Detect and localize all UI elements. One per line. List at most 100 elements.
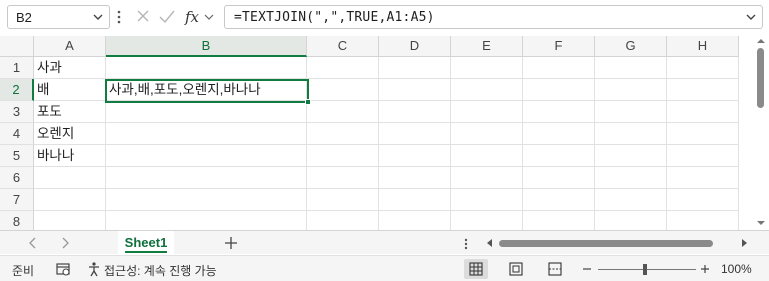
cell-d4[interactable] xyxy=(379,123,451,145)
cell-e3[interactable] xyxy=(451,101,523,123)
cell-d8[interactable] xyxy=(379,211,451,230)
cell-c4[interactable] xyxy=(307,123,379,145)
formula-input[interactable]: =TEXTJOIN(",",TRUE,A1:A5) xyxy=(224,5,763,29)
cell-g7[interactable] xyxy=(595,189,667,211)
sheet-tab[interactable]: Sheet1 xyxy=(118,231,174,255)
row-header-4[interactable]: 4 xyxy=(0,123,34,145)
enter-icon[interactable] xyxy=(159,10,175,24)
chevron-down-icon[interactable] xyxy=(91,10,105,24)
name-box[interactable]: B2 xyxy=(7,5,110,29)
row-header-5[interactable]: 5 xyxy=(0,145,34,167)
cell-b7[interactable] xyxy=(106,189,307,211)
cell-h6[interactable] xyxy=(667,167,739,189)
normal-view-button[interactable] xyxy=(464,259,488,279)
cell-d1[interactable] xyxy=(379,57,451,79)
cell-g3[interactable] xyxy=(595,101,667,123)
row-header-2[interactable]: 2 xyxy=(0,79,34,101)
insert-function-icon[interactable]: fx xyxy=(184,8,200,26)
cell-mode-icon[interactable] xyxy=(55,261,71,277)
cell-h8[interactable] xyxy=(667,211,739,230)
cell-h4[interactable] xyxy=(667,123,739,145)
scroll-left-icon[interactable] xyxy=(484,236,496,250)
cell-e8[interactable] xyxy=(451,211,523,230)
page-break-view-button[interactable] xyxy=(543,259,567,279)
cell-d3[interactable] xyxy=(379,101,451,123)
column-header-h[interactable]: H xyxy=(667,36,739,57)
row-header-1[interactable]: 1 xyxy=(0,57,34,79)
cell-f4[interactable] xyxy=(523,123,595,145)
add-sheet-icon[interactable] xyxy=(222,234,240,252)
cell-b6[interactable] xyxy=(106,167,307,189)
cell-a6[interactable] xyxy=(34,167,106,189)
column-header-f[interactable]: F xyxy=(523,36,595,57)
vertical-scroll-thumb[interactable] xyxy=(757,48,764,108)
horizontal-scroll-thumb[interactable] xyxy=(499,240,713,247)
accessibility-icon[interactable] xyxy=(86,261,102,277)
cell-e4[interactable] xyxy=(451,123,523,145)
fill-handle[interactable] xyxy=(305,99,311,105)
cell-c6[interactable] xyxy=(307,167,379,189)
expand-formula-bar-icon[interactable] xyxy=(744,10,758,24)
row-header-8[interactable]: 8 xyxy=(0,211,34,230)
cell-c7[interactable] xyxy=(307,189,379,211)
row-header-7[interactable]: 7 xyxy=(0,189,34,211)
previous-sheet-icon[interactable] xyxy=(24,234,42,252)
cell-h5[interactable] xyxy=(667,145,739,167)
cell-g8[interactable] xyxy=(595,211,667,230)
cell-f5[interactable] xyxy=(523,145,595,167)
cell-h2[interactable] xyxy=(667,79,739,101)
cell-a4[interactable]: 오렌지 xyxy=(34,123,106,145)
cell-g4[interactable] xyxy=(595,123,667,145)
cell-c1[interactable] xyxy=(307,57,379,79)
zoom-level[interactable]: 100% xyxy=(721,262,752,276)
cell-d2[interactable] xyxy=(379,79,451,101)
cell-a3[interactable]: 포도 xyxy=(34,101,106,123)
column-header-a[interactable]: A xyxy=(34,36,106,57)
accessibility-status[interactable]: 접근성: 계속 진행 가능 xyxy=(104,262,217,279)
cell-a1[interactable]: 사과 xyxy=(34,57,106,79)
chevron-down-icon[interactable] xyxy=(204,14,214,20)
row-header-6[interactable]: 6 xyxy=(0,167,34,189)
cell-h1[interactable] xyxy=(667,57,739,79)
cell-e7[interactable] xyxy=(451,189,523,211)
scroll-up-icon[interactable] xyxy=(756,36,766,46)
cell-f8[interactable] xyxy=(523,211,595,230)
cell-e1[interactable] xyxy=(451,57,523,79)
cell-c3[interactable] xyxy=(307,101,379,123)
cell-g5[interactable] xyxy=(595,145,667,167)
cell-e2[interactable] xyxy=(451,79,523,101)
cell-d7[interactable] xyxy=(379,189,451,211)
cell-c2[interactable] xyxy=(307,79,379,101)
zoom-out-icon[interactable] xyxy=(582,264,592,274)
cell-a5[interactable]: 바나나 xyxy=(34,145,106,167)
cell-b1[interactable] xyxy=(106,57,307,79)
cell-d6[interactable] xyxy=(379,167,451,189)
cell-f6[interactable] xyxy=(523,167,595,189)
zoom-slider-thumb[interactable] xyxy=(643,264,647,275)
cell-h3[interactable] xyxy=(667,101,739,123)
cell-f7[interactable] xyxy=(523,189,595,211)
column-header-d[interactable]: D xyxy=(379,36,451,57)
cell-a8[interactable] xyxy=(34,211,106,230)
cell-e6[interactable] xyxy=(451,167,523,189)
cell-c8[interactable] xyxy=(307,211,379,230)
cell-f1[interactable] xyxy=(523,57,595,79)
cell-c5[interactable] xyxy=(307,145,379,167)
cancel-icon[interactable] xyxy=(137,10,149,22)
cell-f3[interactable] xyxy=(523,101,595,123)
page-layout-view-button[interactable] xyxy=(504,259,528,279)
row-header-3[interactable]: 3 xyxy=(0,101,34,123)
cell-g1[interactable] xyxy=(595,57,667,79)
scroll-down-icon[interactable] xyxy=(756,218,766,228)
next-sheet-icon[interactable] xyxy=(56,234,74,252)
cell-f2[interactable] xyxy=(523,79,595,101)
select-all-corner[interactable] xyxy=(0,36,34,57)
more-options-icon[interactable] xyxy=(116,9,122,25)
cell-b4[interactable] xyxy=(106,123,307,145)
cell-a2[interactable]: 배 xyxy=(34,79,106,101)
cell-h7[interactable] xyxy=(667,189,739,211)
zoom-in-icon[interactable] xyxy=(700,264,710,274)
cell-g6[interactable] xyxy=(595,167,667,189)
cell-e5[interactable] xyxy=(451,145,523,167)
cell-b5[interactable] xyxy=(106,145,307,167)
